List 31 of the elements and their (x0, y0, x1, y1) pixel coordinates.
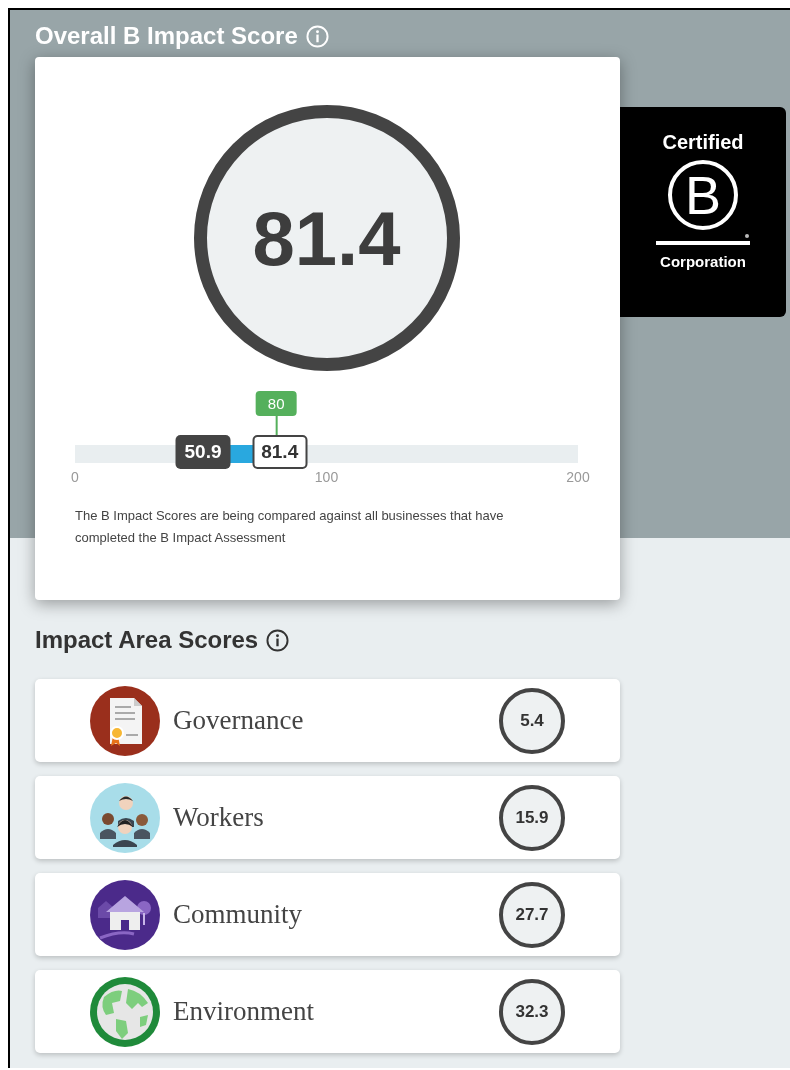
registered-icon (745, 234, 749, 238)
impact-area-row[interactable]: Community 27.7 (35, 873, 620, 956)
house-icon (90, 879, 160, 950)
impact-area-name: Workers (173, 802, 265, 833)
impact-area-row[interactable]: Governance 5.4 (35, 679, 620, 762)
badge-letter: B (668, 160, 738, 230)
section-title: Impact Area Scores (35, 626, 259, 654)
score-label: 81.4 (252, 435, 308, 469)
impact-area-score: 27.7 (499, 881, 565, 948)
comparison-note: The B Impact Scores are being compared against all businesses that have completed the B Impact Assessment (75, 507, 505, 547)
threshold-label: 80 (255, 391, 297, 416)
info-icon[interactable] (266, 628, 290, 652)
axis-tick: 0 (71, 469, 79, 485)
impact-area-name: Environment (173, 996, 315, 1027)
impact-area-row[interactable]: Environment 32.3 (35, 970, 620, 1053)
section-title: Overall B Impact Score (35, 22, 298, 50)
certificate-icon (90, 685, 160, 756)
median-label: 50.9 (175, 435, 231, 469)
impact-area-score: 15.9 (499, 784, 565, 851)
impact-area-row[interactable]: Workers 15.9 (35, 776, 620, 859)
impact-area-score: 32.3 (499, 978, 565, 1045)
impact-area-name: Governance (173, 705, 305, 736)
badge-subtitle: Corporation (660, 253, 746, 270)
globe-icon (90, 976, 160, 1047)
badge-title: Certified (662, 131, 744, 154)
axis-tick: 200 (566, 469, 590, 485)
axis-tick: 100 (314, 469, 339, 485)
people-icon (90, 782, 160, 853)
overall-score: 81.4 (252, 194, 401, 282)
impact-area-name: Community (173, 899, 303, 930)
impact-area-score: 5.4 (499, 687, 565, 754)
